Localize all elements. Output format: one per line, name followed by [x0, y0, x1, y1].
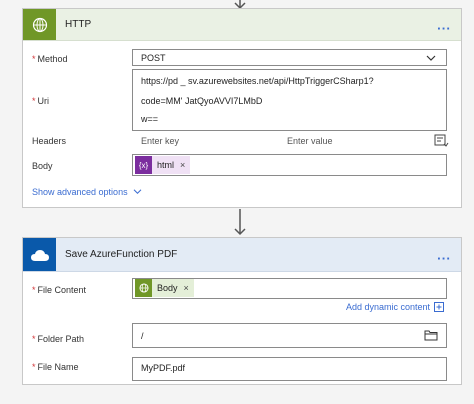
chevron-down-icon[interactable] — [426, 54, 436, 62]
method-label: * Method — [32, 54, 68, 64]
uri-label: * Uri — [32, 96, 50, 106]
body-token: Body × — [135, 279, 194, 297]
method-select[interactable]: POST — [132, 49, 447, 66]
save-card-more-menu[interactable]: ... — [437, 247, 451, 262]
text-mode-icon[interactable] — [433, 133, 449, 149]
http-card-header[interactable]: HTTP ... — [23, 9, 461, 41]
save-card-title: Save AzureFunction PDF — [65, 249, 178, 260]
html-token: {x} html × — [135, 156, 191, 174]
plus-icon — [434, 302, 444, 312]
uri-line-1: https://pd _ sv.azurewebsites.net/api/Ht… — [141, 76, 374, 86]
remove-token-icon[interactable]: × — [184, 283, 189, 293]
folder-icon[interactable] — [424, 329, 438, 341]
file-name-input[interactable]: MyPDF.pdf — [132, 357, 447, 381]
show-advanced-options-link[interactable]: Show advanced options — [32, 187, 142, 197]
add-dynamic-content-link[interactable]: Add dynamic content — [346, 302, 444, 312]
header-value-input[interactable]: Enter value — [278, 132, 422, 149]
file-name-label: * File Name — [32, 362, 79, 372]
save-card-header[interactable]: Save AzureFunction PDF ... — [23, 238, 461, 272]
connector-arrow — [234, 209, 246, 236]
uri-line-3: w== — [141, 114, 159, 124]
file-name-value: MyPDF.pdf — [141, 363, 186, 373]
folder-path-value: / — [141, 331, 144, 341]
http-action-card: HTTP ... * Method POST * Uri https://pd _ … — [22, 8, 462, 208]
file-content-input[interactable]: Body × — [132, 278, 447, 299]
folder-path-input[interactable]: / — [132, 323, 447, 348]
body-input[interactable]: {x} html × — [132, 154, 447, 176]
folder-path-label: * Folder Path — [32, 334, 85, 344]
body-label: Body — [32, 161, 53, 171]
globe-icon — [23, 9, 56, 40]
method-value: POST — [141, 53, 166, 63]
cloud-icon — [23, 238, 56, 271]
file-content-label: * File Content — [32, 285, 87, 295]
save-pdf-action-card: Save AzureFunction PDF ... * File Content… — [22, 237, 462, 385]
remove-token-icon[interactable]: × — [180, 160, 185, 170]
globe-icon — [135, 279, 152, 297]
headers-label: Headers — [32, 136, 67, 146]
chevron-down-icon — [133, 189, 142, 194]
http-card-title: HTTP — [65, 19, 92, 30]
uri-line-2: code=MM' JatQyoAVVI7LMbD — [141, 96, 263, 106]
http-card-more-menu[interactable]: ... — [437, 17, 451, 32]
uri-input[interactable]: https://pd _ sv.azurewebsites.net/api/Ht… — [132, 69, 447, 131]
expression-icon: {x} — [135, 156, 152, 174]
header-key-input[interactable]: Enter key — [132, 132, 276, 149]
